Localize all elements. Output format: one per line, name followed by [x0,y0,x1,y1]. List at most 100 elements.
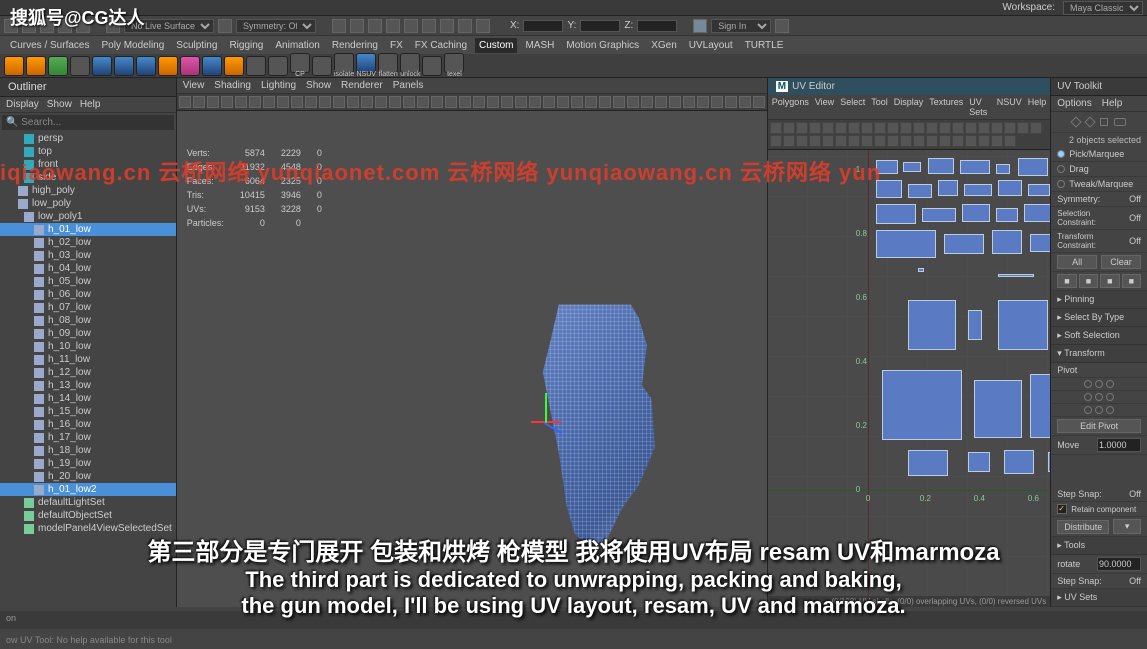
vp-tool-icon[interactable] [305,96,317,108]
shelf-button[interactable] [422,56,442,76]
outliner-item[interactable]: h_07_low [0,301,176,314]
toolbar-icon[interactable] [218,19,232,33]
uv-shell[interactable] [968,452,990,472]
outliner-item[interactable]: h_13_low [0,379,176,392]
toolbar-icon[interactable] [332,19,346,33]
uv-shell[interactable] [876,204,916,224]
uv-shell[interactable] [998,300,1048,350]
shelf-button[interactable] [334,53,354,73]
prim-shape-icon[interactable] [1100,118,1108,126]
shelf-button[interactable] [202,56,222,76]
shelf-tab[interactable]: Rigging [225,38,267,53]
shelf-button[interactable] [224,56,244,76]
uv-shell[interactable] [1048,452,1050,472]
outliner-item[interactable]: h_03_low [0,249,176,262]
shelf-tab[interactable]: UVLayout [685,38,737,53]
uv-shell[interactable] [974,380,1022,438]
shelf-tab[interactable]: MASH [521,38,558,53]
uv-tool-icon[interactable] [887,122,899,134]
uv-tool-icon[interactable] [783,135,795,147]
shelf-tab[interactable]: Animation [271,38,323,53]
uv-tool-icon[interactable] [952,122,964,134]
shelf-button[interactable] [246,56,266,76]
vp-tool-icon[interactable] [333,96,345,108]
toolbar-icon[interactable] [58,19,72,33]
shelf-button[interactable] [48,56,68,76]
vp-tool-icon[interactable] [403,96,415,108]
vp-tool-icon[interactable] [445,96,457,108]
btn[interactable]: ■ [1079,274,1098,288]
uv-canvas[interactable]: 00.20.40.60.8100.20.40.60.811.1 [768,150,1050,596]
retain-checkbox[interactable] [1057,504,1067,514]
prim-shape-icon[interactable] [1084,116,1095,127]
uv-tool-icon[interactable] [978,122,990,134]
uv-tool-icon[interactable] [900,122,912,134]
vp-tool-icon[interactable] [361,96,373,108]
uv-tool-icon[interactable] [809,135,821,147]
uv-shell[interactable] [998,274,1034,277]
uv-tool-icon[interactable] [978,135,990,147]
vp-tool-icon[interactable] [431,96,443,108]
vp-tool-icon[interactable] [473,96,485,108]
uv-shell[interactable] [882,370,962,440]
shelf-tab[interactable]: Rendering [328,38,382,53]
shelf-tab[interactable]: Motion Graphics [562,38,643,53]
radio-pick[interactable] [1057,150,1065,158]
uv-tool-icon[interactable] [900,135,912,147]
outliner-item[interactable]: front [0,158,176,171]
shelf-button[interactable] [114,56,134,76]
uv-menu-item[interactable]: NSUV [997,97,1022,117]
uv-tool-icon[interactable] [848,122,860,134]
uv-shell[interactable] [922,208,956,222]
uv-tool-icon[interactable] [913,135,925,147]
radio-drag[interactable] [1057,165,1065,173]
vp-menu-view[interactable]: View [183,80,205,91]
outliner-item[interactable]: h_01_low [0,223,176,236]
shelf-tab[interactable]: Sculpting [172,38,221,53]
clear-button[interactable]: Clear [1101,255,1141,269]
vp-tool-icon[interactable] [179,96,191,108]
uv-tool-icon[interactable] [913,122,925,134]
shelf-button[interactable] [158,56,178,76]
uv-menu-item[interactable]: Display [894,97,924,117]
vp-tool-icon[interactable] [529,96,541,108]
uv-tool-icon[interactable] [939,135,951,147]
shelf-tab[interactable]: Custom [475,38,517,53]
section-softsel[interactable]: Soft Selection [1051,327,1147,345]
vp-tool-icon[interactable] [193,96,205,108]
shelf-button[interactable] [378,53,398,73]
uv-tool-icon[interactable] [874,122,886,134]
uv-menu-item[interactable]: Tool [871,97,888,117]
shelf-button[interactable] [356,53,376,73]
shelf-button[interactable] [268,56,288,76]
uv-tool-icon[interactable] [809,122,821,134]
uv-menu-item[interactable]: Textures [929,97,963,117]
vp-tool-icon[interactable] [319,96,331,108]
shelf-button[interactable] [312,56,332,76]
uv-shell[interactable] [1004,450,1034,474]
toolbar-icon[interactable] [458,19,472,33]
toolbar-icon[interactable] [476,19,490,33]
uv-tool-icon[interactable] [874,135,886,147]
sign-in-button[interactable]: Sign In [711,19,771,33]
shelf-button[interactable] [26,56,46,76]
section-pinning[interactable]: Pinning [1051,291,1147,309]
shelf-button[interactable] [290,53,310,73]
uv-shell[interactable] [908,450,948,476]
outliner-item[interactable]: h_06_low [0,288,176,301]
outliner-item[interactable]: low_poly1 [0,210,176,223]
select-all-button[interactable]: All [1057,255,1097,269]
outliner-item[interactable]: h_08_low [0,314,176,327]
vp-menu-renderer[interactable]: Renderer [341,80,383,91]
outliner-item[interactable]: h_04_low [0,262,176,275]
vp-menu-shading[interactable]: Shading [214,80,251,91]
toolbar-icon[interactable] [350,19,364,33]
uv-menu-item[interactable]: Polygons [772,97,809,117]
toolkit-tab-options[interactable]: Options [1057,98,1091,109]
shelf-button[interactable] [180,56,200,76]
vp-menu-panels[interactable]: Panels [393,80,424,91]
y-field[interactable] [580,20,620,32]
uv-tool-icon[interactable] [835,122,847,134]
outliner-item[interactable]: h_09_low [0,327,176,340]
shelf-tab[interactable]: FX [386,38,407,53]
